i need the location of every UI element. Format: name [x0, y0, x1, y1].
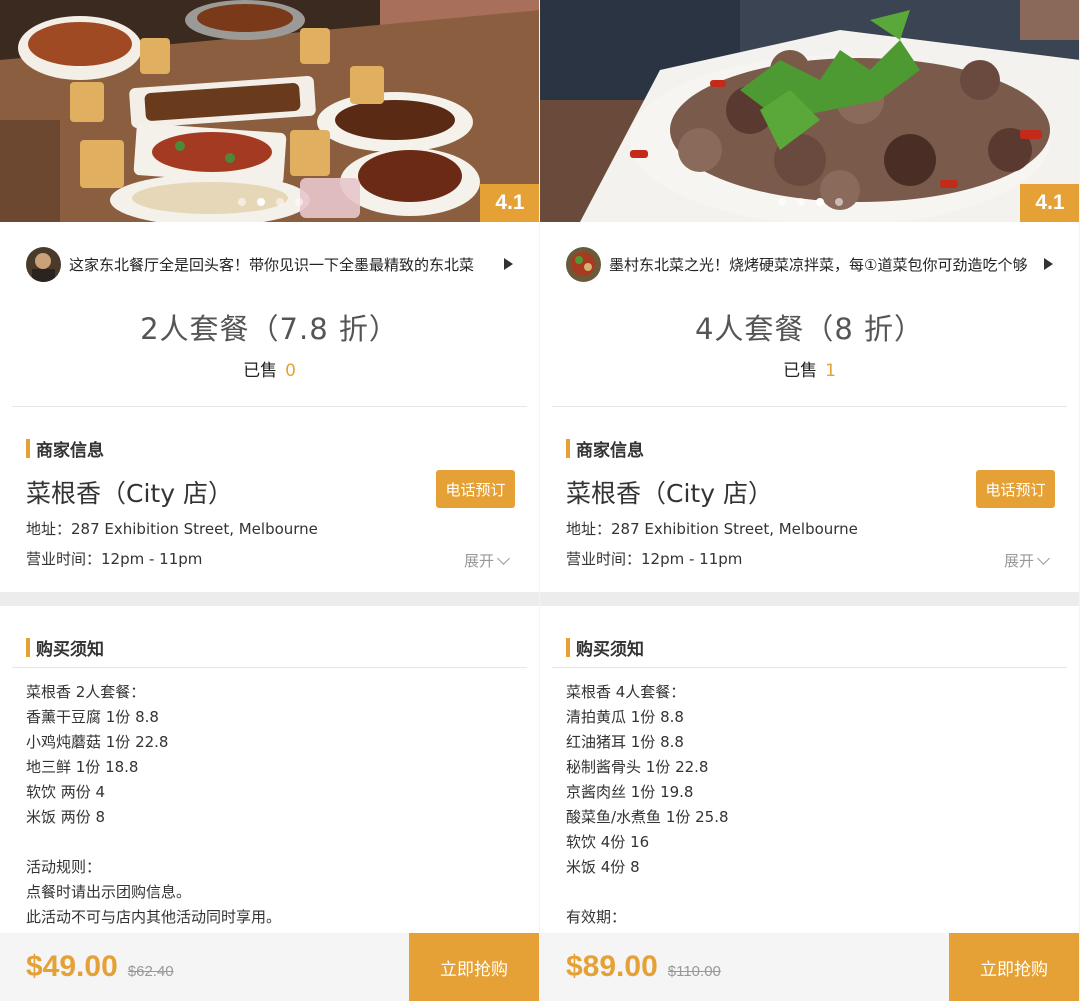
merchant-info-heading: 商家信息 — [26, 436, 104, 461]
purchase-notice-heading: 购买须知 — [566, 635, 644, 660]
carousel-dot[interactable] — [777, 198, 786, 206]
phone-booking-button[interactable]: 电话预订 — [436, 470, 515, 508]
sold-label: 已售 — [243, 361, 278, 381]
notice-line: 秘制酱骨头 1份 22.8 — [566, 758, 709, 776]
business-hours: 营业时间：12pm - 11pm — [26, 550, 203, 568]
divider — [552, 406, 1067, 407]
chevron-down-icon — [1037, 551, 1050, 565]
deal-price: $89.00 — [566, 950, 658, 983]
note-title: 这家东北餐厅全是回头客！带你见识一下全墨最精致的东北菜 — [69, 255, 475, 274]
food-photo-carousel[interactable]: 4.1 — [540, 0, 1079, 222]
shop-name: 菜根香（City 店） — [26, 479, 233, 508]
shop-name: 菜根香（City 店） — [566, 479, 773, 508]
purchase-notice-label: 购买须知 — [576, 640, 644, 660]
arrow-right-icon — [504, 258, 513, 270]
buy-now-button[interactable]: 立即抢购 — [949, 933, 1079, 1001]
rating-badge: 4.1 — [480, 184, 539, 222]
expand-label: 展开 — [1004, 552, 1035, 570]
sold-number: 1 — [825, 361, 836, 381]
sold-number: 0 — [285, 361, 296, 381]
buy-now-button[interactable]: 立即抢购 — [409, 933, 539, 1001]
related-note-row[interactable]: 这家东北餐厅全是回头客！带你见识一下全墨最精致的东北菜 — [26, 246, 517, 282]
original-price: $110.00 — [667, 962, 721, 980]
notice-line — [566, 880, 729, 905]
rating-badge: 4.1 — [1020, 184, 1079, 222]
notice-line — [26, 830, 281, 855]
sold-count: 已售 1 — [540, 356, 1079, 381]
related-note-row[interactable]: 墨村东北菜之光！烧烤硬菜凉拌菜，每①道菜包你可劲造吃个够 — [566, 246, 1057, 282]
deal-panel-4-person: 4.1 墨村东北菜之光！烧烤硬菜凉拌菜，每①道菜包你可劲造吃个够 4人套餐（8 … — [540, 0, 1080, 1001]
heading-accent-bar — [566, 638, 570, 657]
deal-panel-2-person: 4.1 这家东北餐厅全是回头客！带你见识一下全墨最精致的东北菜 2人套餐（7.8… — [0, 0, 540, 1001]
merchant-info-label: 商家信息 — [576, 441, 644, 461]
carousel-dot[interactable] — [275, 198, 284, 206]
heading-accent-bar — [566, 439, 570, 458]
deal-price: $49.00 — [26, 950, 118, 983]
notice-line: 米饭 两份 8 — [26, 808, 106, 826]
purchase-notice-label: 购买须知 — [36, 640, 104, 660]
checkout-bar: $89.00 $110.00 立即抢购 — [540, 933, 1079, 1001]
sold-count: 已售 0 — [0, 356, 539, 381]
sold-label: 已售 — [783, 361, 818, 381]
notice-line: 软饮 4份 16 — [566, 833, 650, 851]
notice-line: 点餐时请出示团购信息。 — [26, 883, 192, 901]
purchase-notice-heading: 购买须知 — [26, 635, 104, 660]
notice-line: 有效期： — [566, 908, 627, 926]
carousel-dot-active[interactable] — [815, 198, 824, 206]
chevron-down-icon — [497, 551, 510, 565]
carousel-dots — [540, 198, 1079, 206]
expand-toggle[interactable]: 展开 — [1004, 550, 1050, 571]
heading-accent-bar — [26, 638, 30, 657]
business-hours: 营业时间：12pm - 11pm — [566, 550, 743, 568]
carousel-dot-active[interactable] — [256, 198, 265, 206]
carousel-dot[interactable] — [834, 198, 843, 206]
checkout-bar: $49.00 $62.40 立即抢购 — [0, 933, 539, 1001]
carousel-dots — [0, 198, 539, 206]
notice-line: 软饮 两份 4 — [26, 783, 106, 801]
expand-toggle[interactable]: 展开 — [464, 550, 510, 571]
arrow-right-icon — [1044, 258, 1053, 270]
divider — [12, 406, 527, 407]
shop-address: 地址：287 Exhibition Street, Melbourne — [26, 520, 318, 538]
notice-line: 酸菜鱼/水煮鱼 1份 25.8 — [566, 808, 729, 826]
notice-line: 京酱肉丝 1份 19.8 — [566, 783, 694, 801]
purchase-notice-body: 菜根香 4人套餐： 清拍黄瓜 1份 8.8 红油猪耳 1份 8.8 秘制酱骨头 … — [566, 680, 729, 930]
notice-line: 小鸡炖蘑菇 1份 22.8 — [26, 733, 169, 751]
carousel-dot[interactable] — [796, 198, 805, 206]
notice-line: 菜根香 4人套餐： — [566, 683, 686, 701]
notice-line: 清拍黄瓜 1份 8.8 — [566, 708, 684, 726]
carousel-dot[interactable] — [294, 198, 303, 206]
notice-line: 地三鲜 1份 18.8 — [26, 758, 139, 776]
section-gap — [540, 592, 1079, 606]
section-gap — [0, 592, 539, 606]
notice-line: 活动规则： — [26, 858, 102, 876]
merchant-info-heading: 商家信息 — [566, 436, 644, 461]
shop-address: 地址：287 Exhibition Street, Melbourne — [566, 520, 858, 538]
food-photo — [540, 0, 1079, 222]
notice-line: 香薰干豆腐 1份 8.8 — [26, 708, 159, 726]
deal-title: 4人套餐（8 折） — [694, 312, 925, 346]
carousel-dot[interactable] — [237, 198, 246, 206]
notice-line: 此活动不可与店内其他活动同时享用。 — [26, 908, 282, 926]
merchant-info-label: 商家信息 — [36, 441, 104, 461]
divider — [552, 667, 1067, 668]
notice-line: 米饭 4份 8 — [566, 858, 640, 876]
deal-title: 2人套餐（7.8 折） — [140, 312, 399, 346]
phone-booking-button[interactable]: 电话预订 — [976, 470, 1055, 508]
food-photo-carousel[interactable]: 4.1 — [0, 0, 539, 222]
heading-accent-bar — [26, 439, 30, 458]
avatar — [26, 246, 61, 282]
divider — [12, 667, 527, 668]
note-title: 墨村东北菜之光！烧烤硬菜凉拌菜，每①道菜包你可劲造吃个够 — [609, 255, 1028, 274]
avatar — [566, 246, 601, 282]
expand-label: 展开 — [464, 552, 495, 570]
purchase-notice-body: 菜根香 2人套餐： 香薰干豆腐 1份 8.8 小鸡炖蘑菇 1份 22.8 地三鲜… — [26, 680, 281, 930]
food-photo — [0, 0, 539, 222]
notice-line: 菜根香 2人套餐： — [26, 683, 146, 701]
notice-line: 红油猪耳 1份 8.8 — [566, 733, 684, 751]
original-price: $62.40 — [127, 962, 174, 980]
